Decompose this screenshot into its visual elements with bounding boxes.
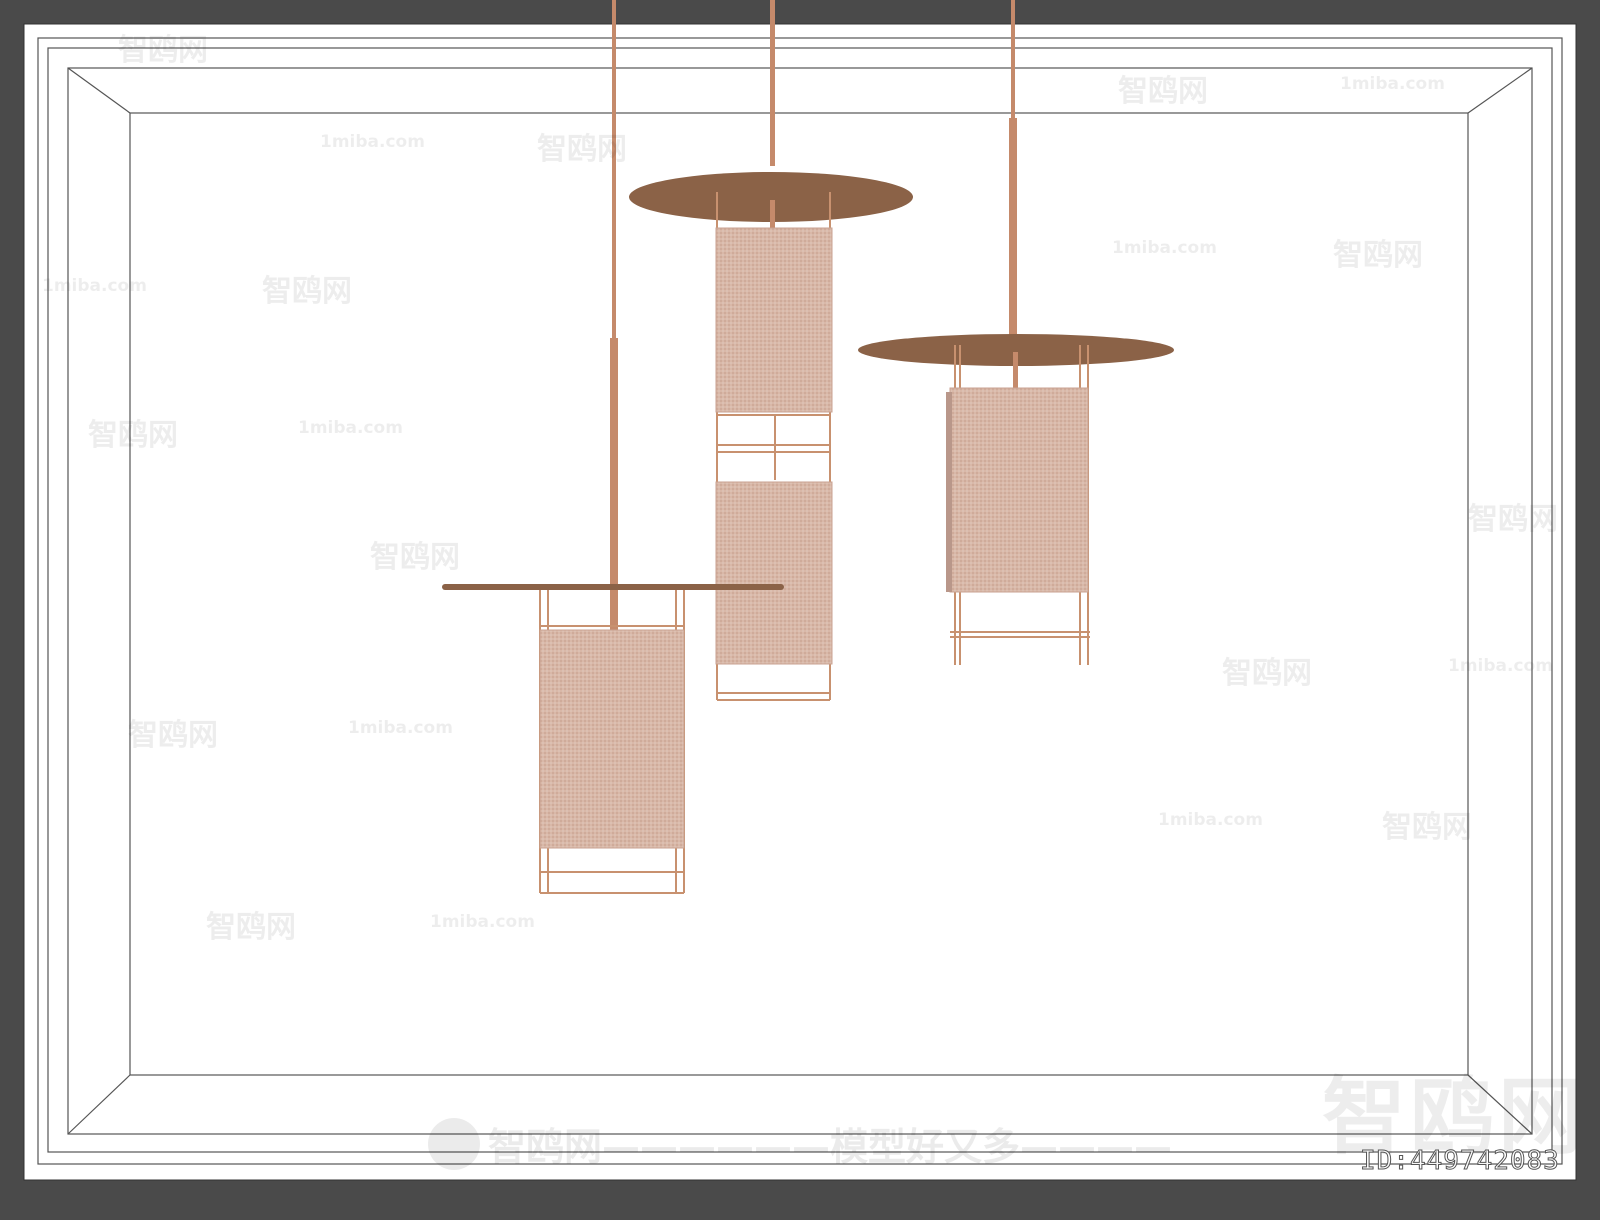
- suspension-rod: [612, 0, 616, 340]
- stem-rod: [1009, 118, 1017, 340]
- canopy-plate: [442, 584, 784, 590]
- inner-rod: [1013, 352, 1018, 392]
- model-id-label: ID:449742083: [1360, 1146, 1560, 1177]
- fabric-shade: [949, 387, 1089, 593]
- fabric-shade-lower: [715, 481, 833, 665]
- suspension-rod: [770, 0, 775, 166]
- watermark-logo-icon: [428, 1118, 480, 1170]
- shade-side: [946, 392, 952, 592]
- fabric-shade: [539, 629, 685, 849]
- render-canvas: 智鸥网 1miba.com 智鸥网 智鸥网 1miba.com 1miba.co…: [0, 0, 1600, 1216]
- suspension-rod: [1011, 0, 1015, 120]
- scene-svg: [23, 0, 1577, 1181]
- inner-rod: [770, 200, 775, 230]
- watermark-slogan: 智鸥网——————模型好又多————: [488, 1125, 1173, 1169]
- fabric-shade-upper: [715, 227, 833, 413]
